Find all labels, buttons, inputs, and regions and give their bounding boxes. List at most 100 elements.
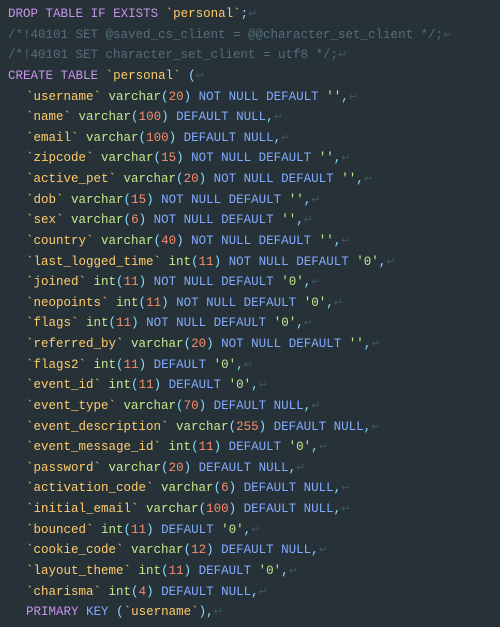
token: NOT bbox=[199, 90, 222, 104]
token: 11 bbox=[169, 564, 184, 578]
token: ( bbox=[116, 275, 124, 289]
eol-icon: ↵ bbox=[341, 153, 350, 165]
token: ( bbox=[154, 234, 162, 248]
token: ( bbox=[199, 502, 207, 516]
keyword: TABLE bbox=[61, 69, 99, 83]
code-line: CREATE TABLE `personal` (↵ bbox=[8, 66, 492, 87]
token: int bbox=[94, 275, 117, 289]
code-line: `referred_by` varchar(20) NOT NULL DEFAU… bbox=[8, 334, 492, 355]
token: '0' bbox=[356, 255, 379, 269]
code-line: /*!40101 SET @saved_cs_client = @@charac… bbox=[8, 25, 492, 46]
token: 4 bbox=[139, 585, 147, 599]
token: NULL bbox=[244, 172, 274, 186]
column-name: `flags2` bbox=[26, 358, 86, 372]
token: 20 bbox=[169, 461, 184, 475]
eol-icon: ↵ bbox=[248, 9, 257, 21]
token: DEFAULT bbox=[244, 502, 297, 516]
column-name: `country` bbox=[26, 234, 94, 248]
code-line: `zipcode` varchar(15) NOT NULL DEFAULT '… bbox=[8, 148, 492, 169]
column-name: `referred_by` bbox=[26, 337, 124, 351]
token: NULL bbox=[229, 90, 259, 104]
column-name: `dob` bbox=[26, 193, 64, 207]
eol-icon: ↵ bbox=[259, 380, 268, 392]
token: ) bbox=[161, 110, 169, 124]
keyword: EXISTS bbox=[113, 7, 158, 21]
code-line: /*!40101 SET character_set_client = utf8… bbox=[8, 45, 492, 66]
code-line: `last_logged_time` int(11) NOT NULL DEFA… bbox=[8, 252, 492, 273]
eol-icon: ↵ bbox=[364, 174, 373, 186]
token: DEFAULT bbox=[154, 358, 207, 372]
eol-icon: ↵ bbox=[386, 257, 395, 269]
token: , bbox=[251, 378, 259, 392]
eol-icon: ↵ bbox=[244, 360, 253, 372]
token: NULL bbox=[206, 296, 236, 310]
token: '' bbox=[281, 213, 296, 227]
token: NULL bbox=[221, 585, 251, 599]
token: 70 bbox=[184, 399, 199, 413]
token: DEFAULT bbox=[221, 213, 274, 227]
token: DEFAULT bbox=[296, 255, 349, 269]
token: ) bbox=[161, 296, 169, 310]
token: ( bbox=[184, 543, 192, 557]
column-name: `activation_code` bbox=[26, 481, 154, 495]
token: varchar bbox=[161, 481, 214, 495]
token: NOT bbox=[146, 316, 169, 330]
token: varchar bbox=[86, 131, 139, 145]
token: , bbox=[341, 90, 349, 104]
token: ) bbox=[184, 461, 192, 475]
token: NULL bbox=[259, 255, 289, 269]
token: DEFAULT bbox=[176, 110, 229, 124]
code-line: `event_id` int(11) DEFAULT '0',↵ bbox=[8, 375, 492, 396]
column-name: `initial_email` bbox=[26, 502, 139, 516]
token: NULL bbox=[244, 131, 274, 145]
token: varchar bbox=[146, 502, 199, 516]
token: , bbox=[236, 358, 244, 372]
column-name: `flags` bbox=[26, 316, 79, 330]
token: 100 bbox=[206, 502, 229, 516]
token: NULL bbox=[274, 399, 304, 413]
token: '0' bbox=[221, 523, 244, 537]
code-line: `country` varchar(40) NOT NULL DEFAULT '… bbox=[8, 231, 492, 252]
token: NOT bbox=[191, 151, 214, 165]
token: '' bbox=[341, 172, 356, 186]
token: ) bbox=[206, 543, 214, 557]
punct: ) bbox=[199, 605, 207, 619]
token: DEFAULT bbox=[259, 151, 312, 165]
token: ) bbox=[259, 420, 267, 434]
code-line: `joined` int(11) NOT NULL DEFAULT '0',↵ bbox=[8, 272, 492, 293]
token: ( bbox=[154, 151, 162, 165]
code-line: `cookie_code` varchar(12) DEFAULT NULL,↵ bbox=[8, 540, 492, 561]
code-line: DROP TABLE IF EXISTS `personal`;↵ bbox=[8, 4, 492, 25]
eol-icon: ↵ bbox=[289, 566, 298, 578]
column-name: `event_id` bbox=[26, 378, 101, 392]
keyword: PRIMARY bbox=[26, 605, 79, 619]
token: '' bbox=[319, 151, 334, 165]
token: NULL bbox=[281, 543, 311, 557]
keyword: TABLE bbox=[46, 7, 84, 21]
token: NULL bbox=[176, 316, 206, 330]
code-line: `password` varchar(20) DEFAULT NULL,↵ bbox=[8, 458, 492, 479]
token: NOT bbox=[161, 193, 184, 207]
eol-icon: ↵ bbox=[371, 339, 380, 351]
token: DEFAULT bbox=[161, 585, 214, 599]
token: 11 bbox=[146, 296, 161, 310]
eol-icon: ↵ bbox=[304, 318, 313, 330]
eol-icon: ↵ bbox=[319, 545, 328, 557]
token: NULL bbox=[184, 213, 214, 227]
token: ) bbox=[229, 502, 237, 516]
eol-icon: ↵ bbox=[341, 483, 350, 495]
column-name: `charisma` bbox=[26, 585, 101, 599]
code-line: `event_description` varchar(255) DEFAULT… bbox=[8, 417, 492, 438]
code-line: `layout_theme` int(11) DEFAULT '0',↵ bbox=[8, 561, 492, 582]
token: 6 bbox=[131, 213, 139, 227]
token: 255 bbox=[236, 420, 259, 434]
column-name: `event_type` bbox=[26, 399, 116, 413]
column-name: `sex` bbox=[26, 213, 64, 227]
token: varchar bbox=[131, 543, 184, 557]
column-name: `cookie_code` bbox=[26, 543, 124, 557]
token: , bbox=[311, 543, 319, 557]
comment: /*!40101 SET @saved_cs_client = @@charac… bbox=[8, 28, 443, 42]
column-name: `event_description` bbox=[26, 420, 169, 434]
token: DEFAULT bbox=[229, 440, 282, 454]
punct: , bbox=[206, 605, 214, 619]
